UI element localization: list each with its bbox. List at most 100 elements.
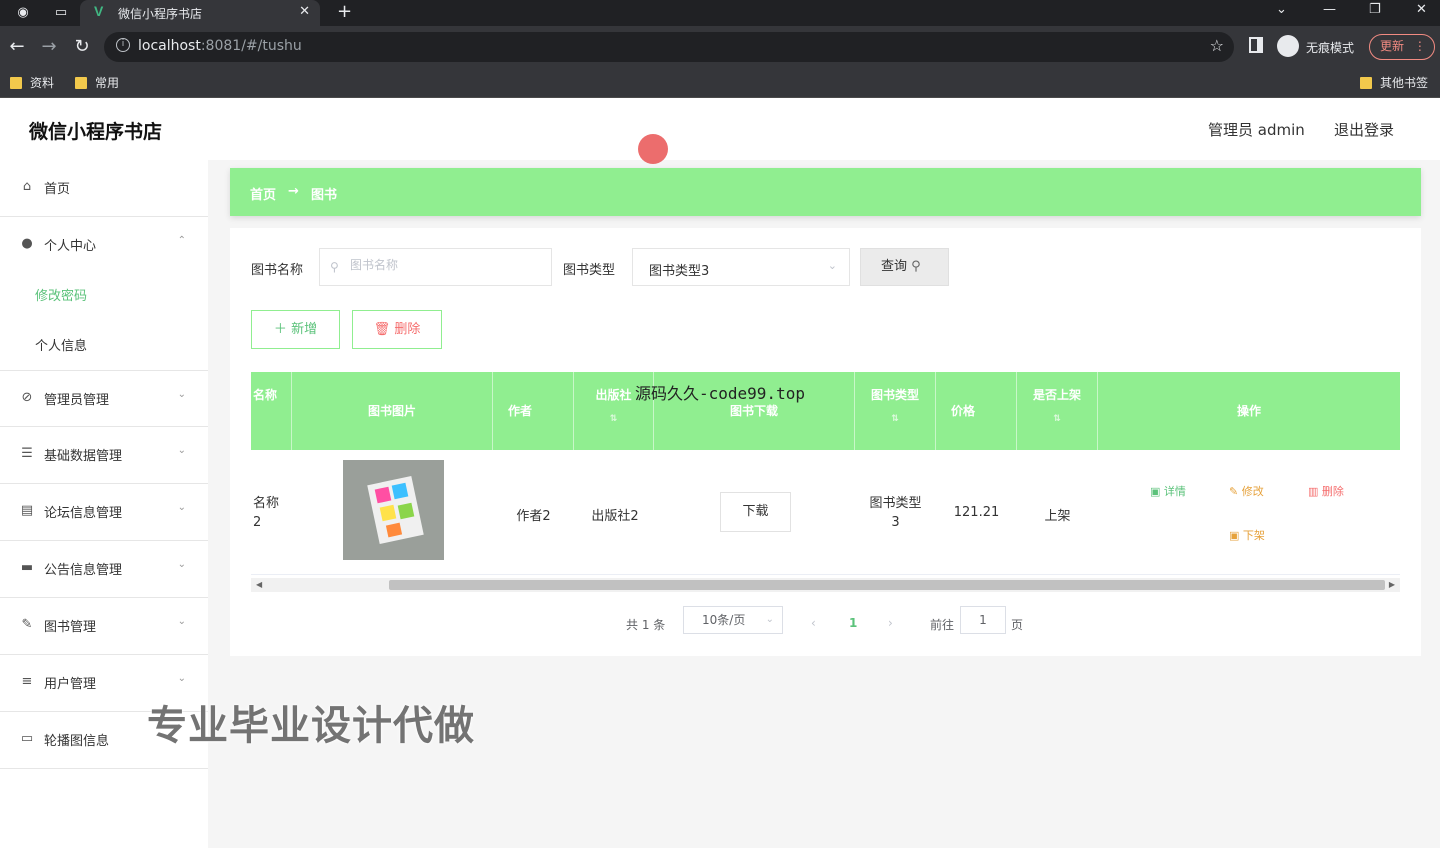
chevron-down-icon: ⌄ <box>177 559 186 570</box>
delete-button[interactable]: ▥ 删除 <box>1308 483 1344 499</box>
add-button[interactable]: ＋ 新增 <box>251 310 340 349</box>
sort-icon[interactable]: ⇅ <box>855 414 935 424</box>
search-name-input[interactable] <box>350 258 540 272</box>
search-type-value: 图书类型3 <box>649 264 710 279</box>
sidebar-item-label: 公告信息管理 <box>44 563 123 578</box>
chevron-up-icon: ⌃ <box>177 235 186 246</box>
sidebar-item-label: 管理员管理 <box>44 393 110 408</box>
browser-toolbar: ← → ↻ i localhost:8081/#/tushu ☆ 无痕模式 更新… <box>0 26 1440 68</box>
folder-icon <box>75 77 87 89</box>
scrollbar-thumb[interactable] <box>389 580 1385 590</box>
reload-icon[interactable]: ↻ <box>71 36 93 57</box>
logout-link[interactable]: 退出登录 <box>1334 119 1394 140</box>
home-icon: ⌂ <box>22 179 32 194</box>
chat-icon: ▭ <box>20 731 34 746</box>
sort-icon[interactable]: ⇅ <box>574 414 653 424</box>
sidebar-item-label: 轮播图信息 <box>44 734 110 749</box>
click-indicator <box>638 134 668 164</box>
batch-delete-button[interactable]: 🗑 删除 <box>352 310 442 349</box>
sidebar-item-label: 用户管理 <box>44 677 97 692</box>
tab-close-icon[interactable]: ✕ <box>299 4 310 19</box>
sidebar-item-forum[interactable]: ▤ 论坛信息管理 ⌄ <box>0 484 208 541</box>
box-icon: ▣ <box>1229 529 1240 542</box>
bookmark-folder-changyong[interactable]: 常用 <box>75 74 119 91</box>
breadcrumb-current: 图书 <box>311 188 338 203</box>
search-icon: ⚲ <box>911 259 921 274</box>
new-tab-icon[interactable]: + <box>337 1 352 22</box>
forward-icon[interactable]: → <box>38 36 60 57</box>
prev-page-icon[interactable]: ‹ <box>811 616 816 630</box>
query-button[interactable]: 查询 ⚲ <box>860 248 949 286</box>
side-panel-icon[interactable] <box>1249 37 1263 53</box>
column-header-type[interactable]: 图书类型 ⇅ <box>855 372 936 450</box>
site-info-icon[interactable]: i <box>116 38 130 52</box>
scroll-right-icon[interactable]: ▶ <box>1389 578 1395 592</box>
cell-author: 作者2 <box>516 509 551 524</box>
restore-icon[interactable]: ❐ <box>1369 2 1381 17</box>
sidebar-item-books[interactable]: ✎ 图书管理 ⌄ <box>0 598 208 655</box>
app-header: 微信小程序书店 管理员 admin 退出登录 <box>0 98 1440 160</box>
unlist-button[interactable]: ▣ 下架 <box>1229 527 1265 543</box>
goto-page-input[interactable]: 1 <box>960 606 1006 634</box>
horizontal-scrollbar[interactable]: ◀ ▶ <box>251 578 1400 592</box>
sidebar-item-basic-data[interactable]: ☰ 基础数据管理 ⌄ <box>0 427 208 484</box>
column-header-listed[interactable]: 是否上架 ⇅ <box>1017 372 1098 450</box>
breadcrumb-home[interactable]: 首页 <box>250 184 276 203</box>
browser-tabbar: ◉ ▭ V 微信小程序书店 ✕ + ⌄ — ❐ ✕ <box>0 0 1440 26</box>
bookmark-folder-ziliao[interactable]: 资料 <box>10 74 54 91</box>
chevron-down-icon: ⌄ <box>177 616 186 627</box>
incognito-label: 无痕模式 <box>1306 41 1355 55</box>
sidebar-item-home[interactable]: ⌂ 首页 <box>0 160 208 217</box>
sidebar-subitem-change-password[interactable]: 修改密码 <box>35 285 87 304</box>
cell-publisher: 出版社2 <box>591 509 639 524</box>
pagination-total: 共 1 条 <box>626 618 666 632</box>
minimize-icon[interactable]: — <box>1323 2 1336 17</box>
tab-dropdown-icon[interactable]: ⌄ <box>1276 2 1287 17</box>
detail-button[interactable]: ▣ 详情 <box>1150 483 1186 499</box>
update-button[interactable]: 更新 ⋮ <box>1369 34 1435 60</box>
search-type-label: 图书类型 <box>563 263 616 278</box>
column-header-name[interactable]: 名称 <box>251 372 292 450</box>
search-name-label: 图书名称 <box>251 263 304 278</box>
scroll-left-icon[interactable]: ◀ <box>256 578 262 592</box>
sort-icon[interactable]: ⇅ <box>1017 414 1097 424</box>
edit-button[interactable]: ✎ 修改 <box>1229 483 1264 499</box>
chevron-down-icon: ⌄ <box>177 445 186 456</box>
search-name-field[interactable]: ⚲ <box>319 248 552 286</box>
column-header-author[interactable]: 作者 <box>493 372 574 450</box>
sidebar-item-notice[interactable]: ▬ 公告信息管理 ⌄ <box>0 541 208 598</box>
sidebar-item-admin-manage[interactable]: ⊘ 管理员管理 ⌄ <box>0 370 208 427</box>
breadcrumb-arrow-icon: → <box>288 184 299 199</box>
browser-tab-active[interactable]: V 微信小程序书店 ✕ <box>80 0 320 26</box>
chevron-down-icon: ⌄ <box>827 259 837 272</box>
page-number-current[interactable]: 1 <box>849 616 857 630</box>
admin-icon: ⊘ <box>21 390 33 405</box>
document-icon: ▤ <box>20 503 34 518</box>
next-page-icon[interactable]: › <box>888 616 893 630</box>
breadcrumb: 首页 → 图书 <box>230 168 1421 216</box>
goto-label: 前往 <box>930 618 955 632</box>
sidebar-item-personal-center[interactable]: ● 个人中心 ⌃ <box>0 217 208 274</box>
incognito-icon <box>1277 35 1299 57</box>
sidebar-subitem-personal-info[interactable]: 个人信息 <box>35 335 87 354</box>
source-watermark: 源码久久-code99.top <box>635 384 805 403</box>
back-icon[interactable]: ← <box>6 36 28 57</box>
column-header-image[interactable]: 图书图片 <box>292 372 493 450</box>
bookmark-folder-other[interactable]: 其他书签 <box>1360 74 1428 91</box>
doc-icon: ▣ <box>1150 485 1161 498</box>
tab-search-icon[interactable]: ▭ <box>52 4 70 22</box>
address-bar[interactable]: i localhost:8081/#/tushu ☆ <box>104 32 1234 62</box>
chevron-down-icon: ⌄ <box>765 614 774 625</box>
browser-menu-icon[interactable]: ◉ <box>14 4 32 22</box>
promo-overlay: 专业毕业设计代做 <box>147 703 475 749</box>
search-type-select[interactable]: 图书类型3 ⌄ <box>632 248 850 286</box>
folder-icon <box>1360 77 1372 89</box>
sidebar-item-label: 基础数据管理 <box>44 449 123 464</box>
column-header-price[interactable]: 价格 <box>936 372 1017 450</box>
chevron-down-icon: ⌄ <box>177 502 186 513</box>
bookmark-star-icon[interactable]: ☆ <box>1210 36 1224 55</box>
page-size-select[interactable]: 10条/页 ⌄ <box>683 606 783 634</box>
window-close-icon[interactable]: ✕ <box>1416 2 1427 17</box>
download-button[interactable]: 下载 <box>720 492 791 532</box>
sidebar-item-label: 个人中心 <box>44 239 97 254</box>
